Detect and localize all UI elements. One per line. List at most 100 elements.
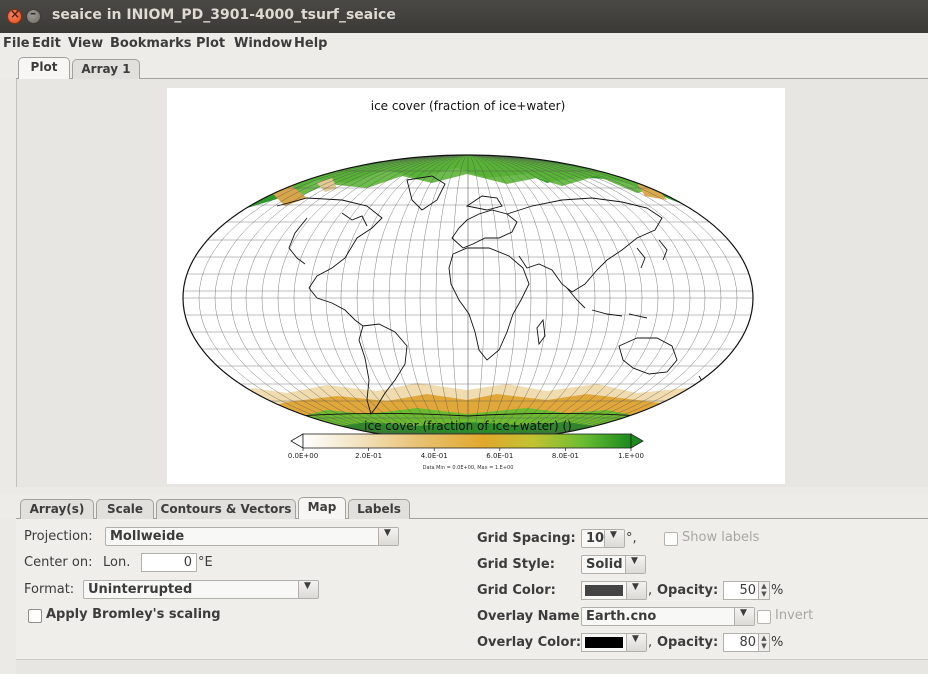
chevron-down-icon: ▼ (632, 634, 639, 644)
close-window-button[interactable]: × (7, 7, 22, 24)
grid-color-swatch[interactable] (581, 581, 627, 600)
colorbar-label: ice cover (fraction of ice+water) () (364, 419, 572, 433)
tab-arrays[interactable]: Array(s) (20, 499, 94, 519)
tab-scale[interactable]: Scale (96, 499, 154, 519)
invert-checkbox[interactable] (757, 610, 771, 624)
chevron-down-icon: ▼ (740, 608, 747, 618)
format-dropdown-button[interactable]: ▼ (298, 581, 318, 598)
status-bar (16, 659, 928, 674)
menu-view[interactable]: View (68, 36, 103, 51)
menu-edit[interactable]: Edit (32, 36, 61, 51)
tab-plot[interactable]: Plot (18, 57, 70, 79)
overlay-opacity-label: Opacity: (657, 635, 719, 650)
chevron-down-icon: ▼ (384, 528, 391, 538)
grid-spacing-dropdown-button[interactable]: ▼ (604, 530, 624, 547)
colorbar (302, 433, 632, 449)
projection-value: Mollweide (110, 529, 185, 544)
minimize-icon: – (30, 6, 36, 20)
grid-spacing-value: 10 (586, 531, 605, 546)
grid-opacity-value: 50 (739, 583, 756, 598)
center-on-label: Center on: (24, 555, 93, 570)
comma-separator: , (648, 583, 653, 598)
lon-unit: °E (198, 555, 213, 570)
spinner-arrows-icon[interactable]: ▲ ▼ (758, 582, 769, 599)
projection-select[interactable]: Mollweide ▼ (105, 527, 399, 546)
colorbar-min-arrow (290, 433, 304, 449)
colorbar-tick-label: 2.0E-01 (355, 452, 382, 460)
tab-map[interactable]: Map (298, 497, 346, 519)
overlay-opacity-value: 80 (739, 635, 756, 650)
chevron-down-icon: ▼ (304, 581, 311, 591)
menu-window[interactable]: Window (234, 36, 292, 51)
center-lon-input[interactable]: 0 (141, 553, 197, 572)
map-body (183, 155, 753, 441)
menu-help[interactable]: Help (294, 36, 327, 51)
overlay-name-select[interactable]: Earth.cno ▼ (581, 607, 755, 626)
colorbar-tick-label: 6.0E-01 (486, 452, 513, 460)
invert-label: Invert (775, 608, 814, 623)
grid-style-select[interactable]: Solid ▼ (581, 555, 646, 574)
menu-plot[interactable]: Plot (196, 36, 225, 51)
data-stats: Data Min = 0.0E+00, Max = 1.E+00 (423, 465, 514, 471)
close-icon: × (10, 7, 21, 21)
format-value: Uninterrupted (88, 582, 193, 597)
grid-color-dropdown-button[interactable]: ▼ (626, 582, 646, 599)
tab-contours-vectors[interactable]: Contours & Vectors (156, 499, 296, 519)
menu-bar: File Edit View Bookmarks Plot Window Hel… (0, 33, 928, 55)
grid-color-dropdown[interactable]: ▼ (626, 581, 647, 600)
document-tabs: Plot Array 1 (0, 55, 928, 79)
grid-spacing-unit: °, (626, 531, 637, 546)
chevron-down-icon: ▼ (632, 582, 639, 592)
minimize-window-button[interactable]: – (26, 6, 41, 24)
overlay-color-swatch[interactable] (581, 633, 627, 652)
overlay-color-label: Overlay Color: (477, 635, 582, 650)
app-window: × – seaice in INIOM_PD_3901-4000_tsurf_s… (0, 0, 928, 674)
window-title: seaice in INIOM_PD_3901-4000_tsurf_seaic… (52, 7, 396, 23)
grid-style-label: Grid Style: (477, 557, 555, 572)
format-label: Format: (24, 582, 75, 597)
chevron-down-icon: ▼ (610, 530, 617, 540)
plot-title: ice cover (fraction of ice+water) (371, 99, 566, 113)
overlay-color-dropdown-button[interactable]: ▼ (626, 634, 646, 651)
tab-array-1[interactable]: Array 1 (72, 59, 140, 79)
grid-style-value: Solid (586, 557, 623, 572)
menu-bookmarks[interactable]: Bookmarks (110, 36, 192, 51)
menu-file[interactable]: File (3, 36, 30, 51)
settings-tabs: Array(s) Scale Contours & Vectors Map La… (0, 495, 928, 519)
colorbar-tick-label: 4.0E-01 (421, 452, 448, 460)
grid-color-fill (585, 585, 623, 596)
center-lon-value: 0 (183, 555, 192, 570)
colorbar-tick-label: 1.E+00 (618, 452, 644, 460)
plot-canvas: ice cover (fraction of ice+water) ice co… (167, 88, 785, 484)
bromley-scaling-checkbox[interactable] (28, 609, 42, 623)
chevron-down-icon: ▼ (631, 556, 638, 566)
format-select[interactable]: Uninterrupted ▼ (83, 580, 319, 599)
grid-opacity-spinner[interactable]: 50 ▲ ▼ (723, 581, 770, 600)
overlay-name-label: Overlay Name: (477, 609, 585, 624)
overlay-color-dropdown[interactable]: ▼ (626, 633, 647, 652)
bromley-scaling-label: Apply Bromley's scaling (46, 607, 221, 622)
percent-sign: % (771, 635, 784, 650)
lon-label: Lon. (103, 555, 131, 570)
grid-style-dropdown-button[interactable]: ▼ (625, 556, 645, 573)
show-labels-checkbox[interactable] (664, 532, 678, 546)
projection-label: Projection: (24, 529, 93, 544)
projection-dropdown-button[interactable]: ▼ (378, 528, 398, 545)
colorbar-max-arrow (630, 433, 644, 449)
title-bar: × – seaice in INIOM_PD_3901-4000_tsurf_s… (0, 0, 928, 33)
colorbar-tick-label: 0.0E+00 (288, 452, 318, 460)
show-labels-label: Show labels (682, 530, 760, 545)
overlay-name-value: Earth.cno (586, 609, 657, 624)
comma-separator: , (648, 635, 653, 650)
spinner-arrows-icon[interactable]: ▲ ▼ (758, 634, 769, 651)
overlay-opacity-spinner[interactable]: 80 ▲ ▼ (723, 633, 770, 652)
grid-color-label: Grid Color: (477, 583, 556, 598)
colorbar-tick-label: 8.0E-01 (552, 452, 579, 460)
grid-spacing-label: Grid Spacing: (477, 531, 576, 546)
map-plot: ice cover (fraction of ice+water) ice co… (182, 99, 754, 471)
tab-labels[interactable]: Labels (348, 499, 410, 519)
overlay-color-fill (585, 637, 623, 648)
overlay-name-dropdown-button[interactable]: ▼ (734, 608, 754, 625)
percent-sign: % (771, 583, 784, 598)
grid-spacing-select[interactable]: 10 ▼ (581, 529, 625, 548)
